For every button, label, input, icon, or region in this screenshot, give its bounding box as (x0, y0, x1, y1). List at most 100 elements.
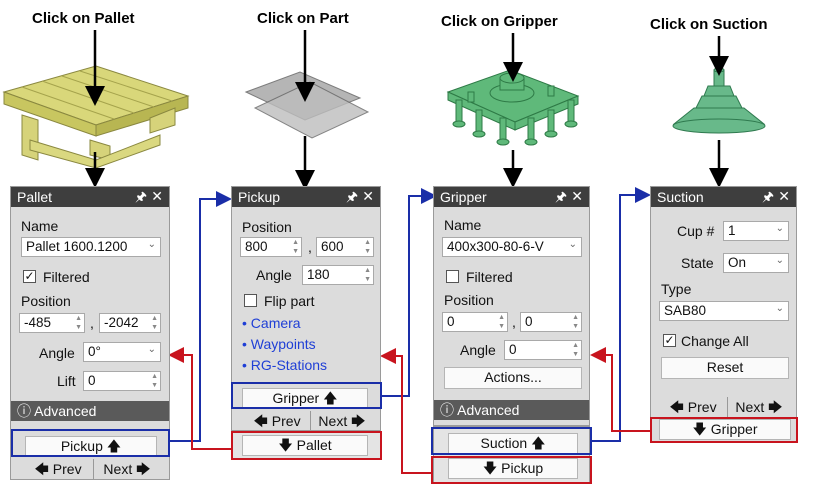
flip-part-label: Flip part (264, 293, 315, 309)
waypoints-link[interactable]: • Waypoints (242, 336, 316, 352)
position-y-value: -2042 (104, 315, 139, 330)
pin-icon[interactable]: 🖈 (135, 188, 147, 210)
change-all-checkbox[interactable]: ✓ (663, 334, 676, 347)
arrow-right-icon: 🡆 (136, 461, 151, 477)
pallet-position-y[interactable]: -2042 ▲ ▼ (99, 313, 161, 333)
spinner-icon[interactable]: ▲ ▼ (75, 314, 82, 332)
close-icon[interactable]: ✕ (362, 188, 374, 205)
prev-label: Prev (271, 413, 301, 429)
spinner-icon[interactable]: ▲ ▼ (572, 341, 579, 359)
name-label: Name (444, 217, 482, 233)
close-icon[interactable]: ✕ (151, 188, 163, 205)
next-button[interactable]: Next 🡆 (93, 459, 160, 479)
next-button[interactable]: Next 🡆 (310, 411, 373, 431)
gripper-position-y[interactable]: 0 ▲ ▼ (520, 312, 582, 332)
gripper-panel: Gripper 🖈 ✕ Name 400x300-80-6-V ⌄ Filter… (433, 186, 590, 426)
pickup-position-x[interactable]: 800 ▲ ▼ (240, 237, 302, 257)
pickup-back-button-highlight (431, 456, 592, 484)
spinner-icon[interactable]: ▲ ▼ (151, 372, 158, 390)
pin-icon[interactable]: 🖈 (762, 188, 774, 210)
camera-link[interactable]: • Camera (242, 315, 301, 331)
filtered-checkbox[interactable]: ✓ (23, 270, 36, 283)
gripper-back-button-highlight (650, 417, 798, 443)
pallet-lift-field[interactable]: 0 ▲ ▼ (83, 371, 161, 391)
panel-title: Pickup (238, 189, 281, 205)
position-x-value: 800 (245, 239, 268, 254)
arrow-left-icon: 🡄 (253, 413, 268, 429)
gripper-position-x[interactable]: 0 ▲ ▼ (442, 312, 508, 332)
angle-value: 0° (88, 344, 101, 359)
chevron-down-icon: ⌄ (775, 255, 784, 266)
state-value: On (728, 255, 747, 270)
advanced-expander[interactable]: ⓘ Advanced (434, 400, 589, 420)
change-all-label: Change All (681, 333, 749, 349)
position-label: Position (242, 219, 292, 235)
position-label: Position (21, 293, 71, 309)
position-x-value: -485 (24, 315, 52, 330)
spinner-icon[interactable]: ▲ ▼ (364, 238, 371, 256)
advanced-expander[interactable]: ⓘ Advanced (11, 401, 169, 421)
angle-label: Angle (460, 342, 496, 358)
next-button[interactable]: Next 🡆 (727, 397, 790, 417)
angle-label: Angle (39, 345, 75, 361)
prev-button[interactable]: 🡄 Prev (27, 459, 89, 479)
gripper-angle-field[interactable]: 0 ▲ ▼ (504, 340, 582, 360)
gripper-button-highlight (231, 382, 382, 409)
spinner-icon[interactable]: ▲ ▼ (364, 266, 371, 284)
next-label: Next (103, 461, 133, 477)
pickup-position-y[interactable]: 600 ▲ ▼ (316, 237, 374, 257)
cup-number-select[interactable]: 1 ⌄ (723, 221, 789, 241)
comma-separator: , (512, 314, 516, 330)
prev-button[interactable]: 🡄 Prev (663, 397, 723, 417)
flip-part-checkbox[interactable] (244, 294, 257, 307)
position-y-value: 0 (525, 314, 533, 329)
pallet-name-select[interactable]: Pallet 1600.1200 ⌄ (21, 237, 161, 257)
suction-button-highlight (431, 427, 592, 455)
spinner-icon[interactable]: ▲ ▼ (572, 313, 579, 331)
chevron-down-icon: ⌄ (147, 239, 156, 250)
close-icon[interactable]: ✕ (571, 188, 583, 205)
rg-stations-link[interactable]: • RG-Stations (242, 357, 327, 373)
filtered-checkbox[interactable] (446, 270, 459, 283)
gripper-model-image[interactable] (446, 69, 580, 146)
pin-icon[interactable]: 🖈 (555, 188, 567, 210)
prev-label: Prev (687, 399, 717, 415)
pin-icon[interactable]: 🖈 (346, 188, 358, 210)
lift-value: 0 (88, 373, 96, 388)
state-select[interactable]: On ⌄ (723, 253, 789, 273)
chevron-circle-icon: ⓘ (440, 402, 454, 418)
pallet-panel-header: Pallet 🖈 ✕ (11, 187, 169, 207)
arrow-left-icon: 🡄 (669, 399, 684, 415)
position-y-value: 600 (321, 239, 344, 254)
angle-value: 0 (509, 342, 517, 357)
chevron-down-icon: ⌄ (147, 344, 156, 355)
actions-button[interactable]: Actions... (444, 367, 582, 389)
pallet-position-x[interactable]: -485 ▲ ▼ (19, 313, 85, 333)
close-icon[interactable]: ✕ (778, 188, 790, 205)
pickup-panel-header: Pickup 🖈 ✕ (232, 187, 380, 207)
filtered-label: Filtered (43, 269, 90, 285)
reset-button[interactable]: Reset (661, 357, 789, 379)
gripper-name-value: 400x300-80-6-V (447, 239, 544, 254)
prev-button[interactable]: 🡄 Prev (246, 411, 308, 431)
spinner-icon[interactable]: ▲ ▼ (151, 314, 158, 332)
name-label: Name (21, 218, 59, 234)
position-x-value: 0 (447, 314, 455, 329)
prev-label: Prev (52, 461, 82, 477)
chevron-down-icon: ⌄ (568, 239, 577, 250)
gripper-name-select[interactable]: 400x300-80-6-V ⌄ (442, 237, 582, 257)
suction-panel: Suction 🖈 ✕ Cup # 1 ⌄ State On ⌄ Type SA… (650, 186, 797, 442)
arrow-right-icon: 🡆 (351, 413, 366, 429)
chevron-down-icon: ⌄ (775, 223, 784, 234)
pickup-angle-field[interactable]: 180 ▲ ▼ (302, 265, 374, 285)
suction-cup-model-image[interactable] (672, 67, 766, 134)
part-model-image[interactable] (244, 71, 370, 139)
type-select[interactable]: SAB80 ⌄ (659, 301, 789, 321)
pallet-angle-select[interactable]: 0° ⌄ (83, 342, 161, 362)
arrow-right-icon: 🡆 (768, 399, 783, 415)
type-value: SAB80 (664, 303, 707, 318)
panel-title: Suction (657, 189, 704, 205)
spinner-icon[interactable]: ▲ ▼ (292, 238, 299, 256)
spinner-icon[interactable]: ▲ ▼ (498, 313, 505, 331)
chevron-down-icon: ⌄ (775, 303, 784, 314)
